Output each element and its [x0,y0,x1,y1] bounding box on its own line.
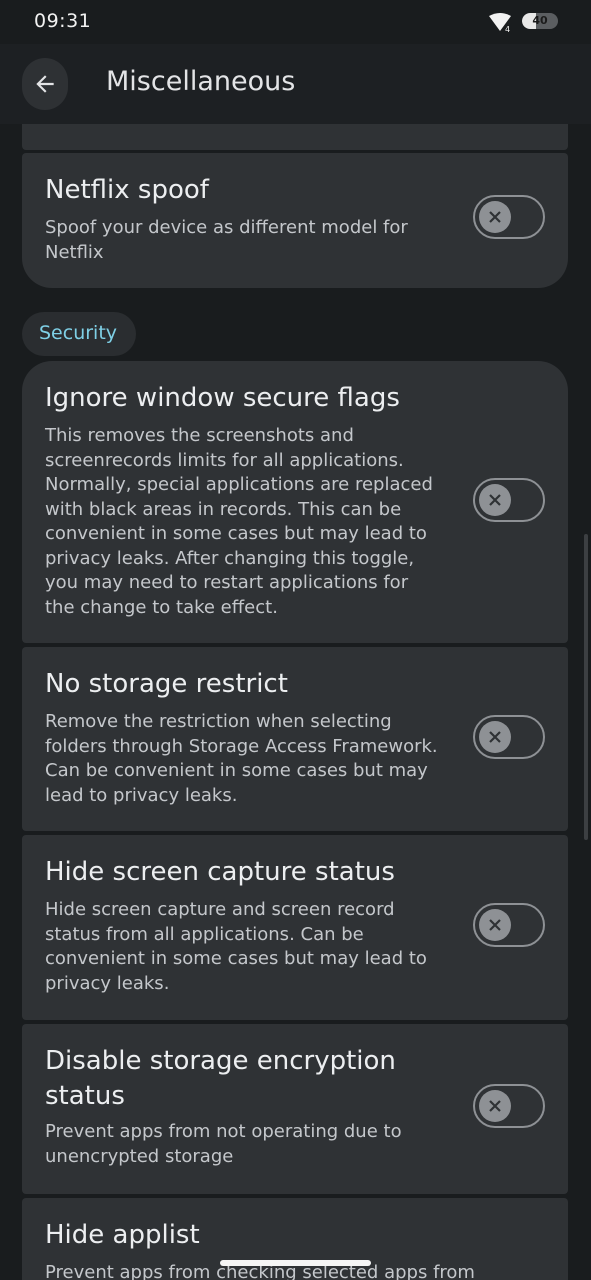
top-app-bar: Miscellaneous [0,44,591,124]
wifi-icon: 4 [489,13,511,33]
setting-description: Spoof your device as different model for… [45,217,408,263]
settings-list[interactable]: Netflix spoof Spoof your device as diffe… [0,124,591,1280]
toggle-off-icon [479,1090,511,1122]
setting-title: Ignore window secure flags [45,383,400,413]
setting-title: Hide applist [45,1220,200,1250]
toggle-off-icon [479,909,511,941]
setting-card-ignore-secure-flags[interactable]: Ignore window secure flags This removes … [22,361,568,643]
setting-description: Remove the restriction when selecting fo… [45,711,438,806]
toggle-off-icon [479,721,511,753]
status-bar: 09:31 4 40 [0,0,591,44]
toggle-off-icon [479,484,511,516]
setting-description: Prevent apps from not operating due to u… [45,1121,402,1167]
back-button[interactable] [22,58,68,110]
status-time: 09:31 [34,10,92,32]
scrollbar[interactable] [584,534,588,840]
wifi-badge: 4 [505,25,510,33]
setting-card-hide-screen-capture[interactable]: Hide screen capture status Hide screen c… [22,835,568,1020]
section-label: Security [39,322,118,344]
toggle-off-icon [479,201,511,233]
battery-indicator: 40 [522,13,558,29]
setting-description: Hide screen capture and screen record st… [45,899,427,994]
page-title: Miscellaneous [106,66,296,97]
disable-storage-encryption-toggle[interactable] [473,1084,545,1128]
gesture-nav-handle[interactable] [220,1260,371,1266]
hide-screen-capture-toggle[interactable] [473,903,545,947]
previous-setting-card[interactable] [22,124,568,150]
no-storage-restrict-toggle[interactable] [473,715,545,759]
setting-description: This removes the screenshots and screenr… [45,425,433,618]
setting-title: Disable storage encryption status [45,1046,396,1111]
section-header-security: Security [22,312,136,356]
arrow-left-icon [36,75,54,93]
netflix-spoof-toggle[interactable] [473,195,545,239]
setting-title: Hide screen capture status [45,857,395,887]
setting-card-netflix-spoof[interactable]: Netflix spoof Spoof your device as diffe… [22,153,568,288]
setting-card-hide-applist[interactable]: Hide applist Prevent apps from checking … [22,1198,568,1280]
battery-level: 40 [532,14,548,27]
setting-card-no-storage-restrict[interactable]: No storage restrict Remove the restricti… [22,647,568,831]
ignore-secure-flags-toggle[interactable] [473,478,545,522]
setting-title: No storage restrict [45,669,288,699]
setting-title: Netflix spoof [45,175,209,205]
setting-card-disable-storage-encryption[interactable]: Disable storage encryption status Preven… [22,1024,568,1194]
